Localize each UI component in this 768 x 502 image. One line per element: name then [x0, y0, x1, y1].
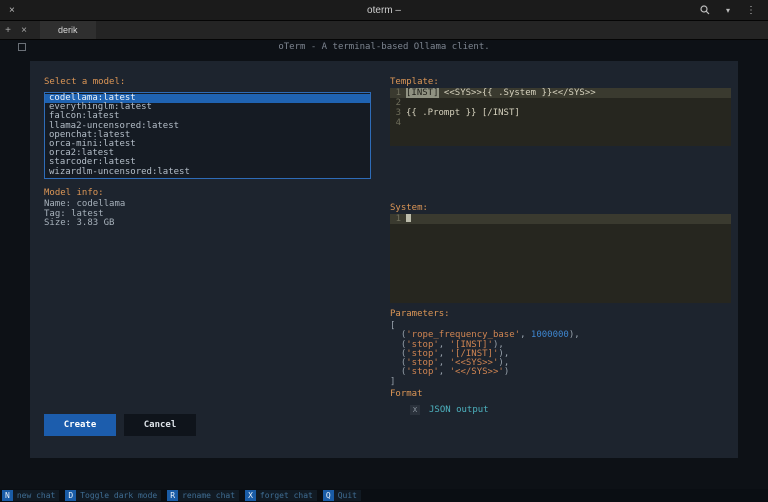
parameters-label: Parameters:	[390, 309, 580, 319]
kebab-menu-icon[interactable]: ⋮	[746, 5, 756, 16]
json-output-label: JSON output	[429, 405, 489, 415]
parameters-code: [ ('rope_frequency_base', 1000000), ('st…	[390, 322, 580, 387]
chevron-down-icon[interactable]: ▾	[726, 6, 730, 15]
keybinding[interactable]: DToggle dark mode	[65, 490, 161, 501]
keybinding[interactable]: Xforget chat	[245, 490, 317, 501]
titlebar-icons: ▾ ⋮	[700, 5, 756, 16]
model-item[interactable]: wizardlm-uncensored:latest	[45, 168, 370, 177]
create-model-dialog: Select a model: codellama:latesteverythi…	[30, 61, 738, 458]
select-model-label: Select a model:	[44, 77, 374, 87]
app-header: oTerm - A terminal-based Ollama client.	[0, 40, 768, 54]
keybinding-footer: Nnew chat DToggle dark mode Rrename chat Xf…	[0, 489, 768, 502]
dialog-buttons: Create Cancel	[44, 414, 196, 436]
model-detail-pane: Template: 1[INST] <<SYS>>{{ .System }}<<…	[390, 77, 731, 442]
editor-line: 3{{ .Prompt }} [/INST]	[390, 108, 731, 118]
keybinding[interactable]: QQuit	[323, 490, 361, 501]
template-editor[interactable]: 1[INST] <<SYS>>{{ .System }}<</SYS>>23{{…	[390, 88, 731, 146]
model-info-line: Size: 3.83 GB	[44, 219, 125, 229]
template-label: Template:	[390, 77, 439, 87]
format-label: Format	[390, 389, 580, 399]
app-title: oTerm - A terminal-based Ollama client.	[278, 42, 489, 52]
model-select-pane: Select a model: codellama:latesteverythi…	[44, 77, 374, 442]
keybinding[interactable]: Nnew chat	[2, 490, 59, 501]
window-close-icon[interactable]: ×	[9, 5, 15, 16]
model-list[interactable]: codellama:latesteverythinglm:latestfalco…	[44, 92, 371, 179]
cancel-button[interactable]: Cancel	[124, 414, 196, 436]
tab-chat[interactable]: derik	[40, 21, 96, 39]
checkbox-mark-icon[interactable]: X	[410, 405, 420, 415]
window-titlebar: × oterm – ▾ ⋮	[0, 0, 768, 21]
json-output-checkbox[interactable]: X JSON output	[410, 405, 580, 415]
editor-line: 4	[390, 118, 731, 128]
tab-bar: + × derik	[0, 21, 768, 40]
new-tab-button[interactable]: +	[0, 21, 16, 39]
parameters-section: Parameters: [ ('rope_frequency_base', 10…	[390, 309, 580, 415]
system-label: System:	[390, 203, 428, 213]
parameters-line: ]	[390, 378, 580, 387]
terminal-content: oTerm - A terminal-based Ollama client. …	[0, 40, 768, 489]
footer-bindings: Nnew chat DToggle dark mode Rrename chat Xf…	[2, 490, 367, 501]
parameters-line: ('stop', '<</SYS>>')	[390, 368, 580, 377]
model-info-lines: Name: codellamaTag: latestSize: 3.83 GB	[44, 200, 125, 229]
keybinding[interactable]: Rrename chat	[167, 490, 239, 501]
editor-line: 1[INST] <<SYS>>{{ .System }}<</SYS>>	[390, 88, 731, 98]
window-title: oterm –	[367, 5, 401, 16]
search-icon[interactable]	[700, 5, 710, 15]
system-editor[interactable]: 1	[390, 214, 731, 303]
editor-line: 2	[390, 98, 731, 108]
model-info: Model info: Name: codellamaTag: latestSi…	[44, 188, 125, 229]
app-icon	[18, 43, 26, 51]
close-tab-button[interactable]: ×	[16, 21, 32, 39]
model-info-label: Model info:	[44, 188, 125, 198]
editor-line: 1	[390, 214, 731, 224]
create-button[interactable]: Create	[44, 414, 116, 436]
